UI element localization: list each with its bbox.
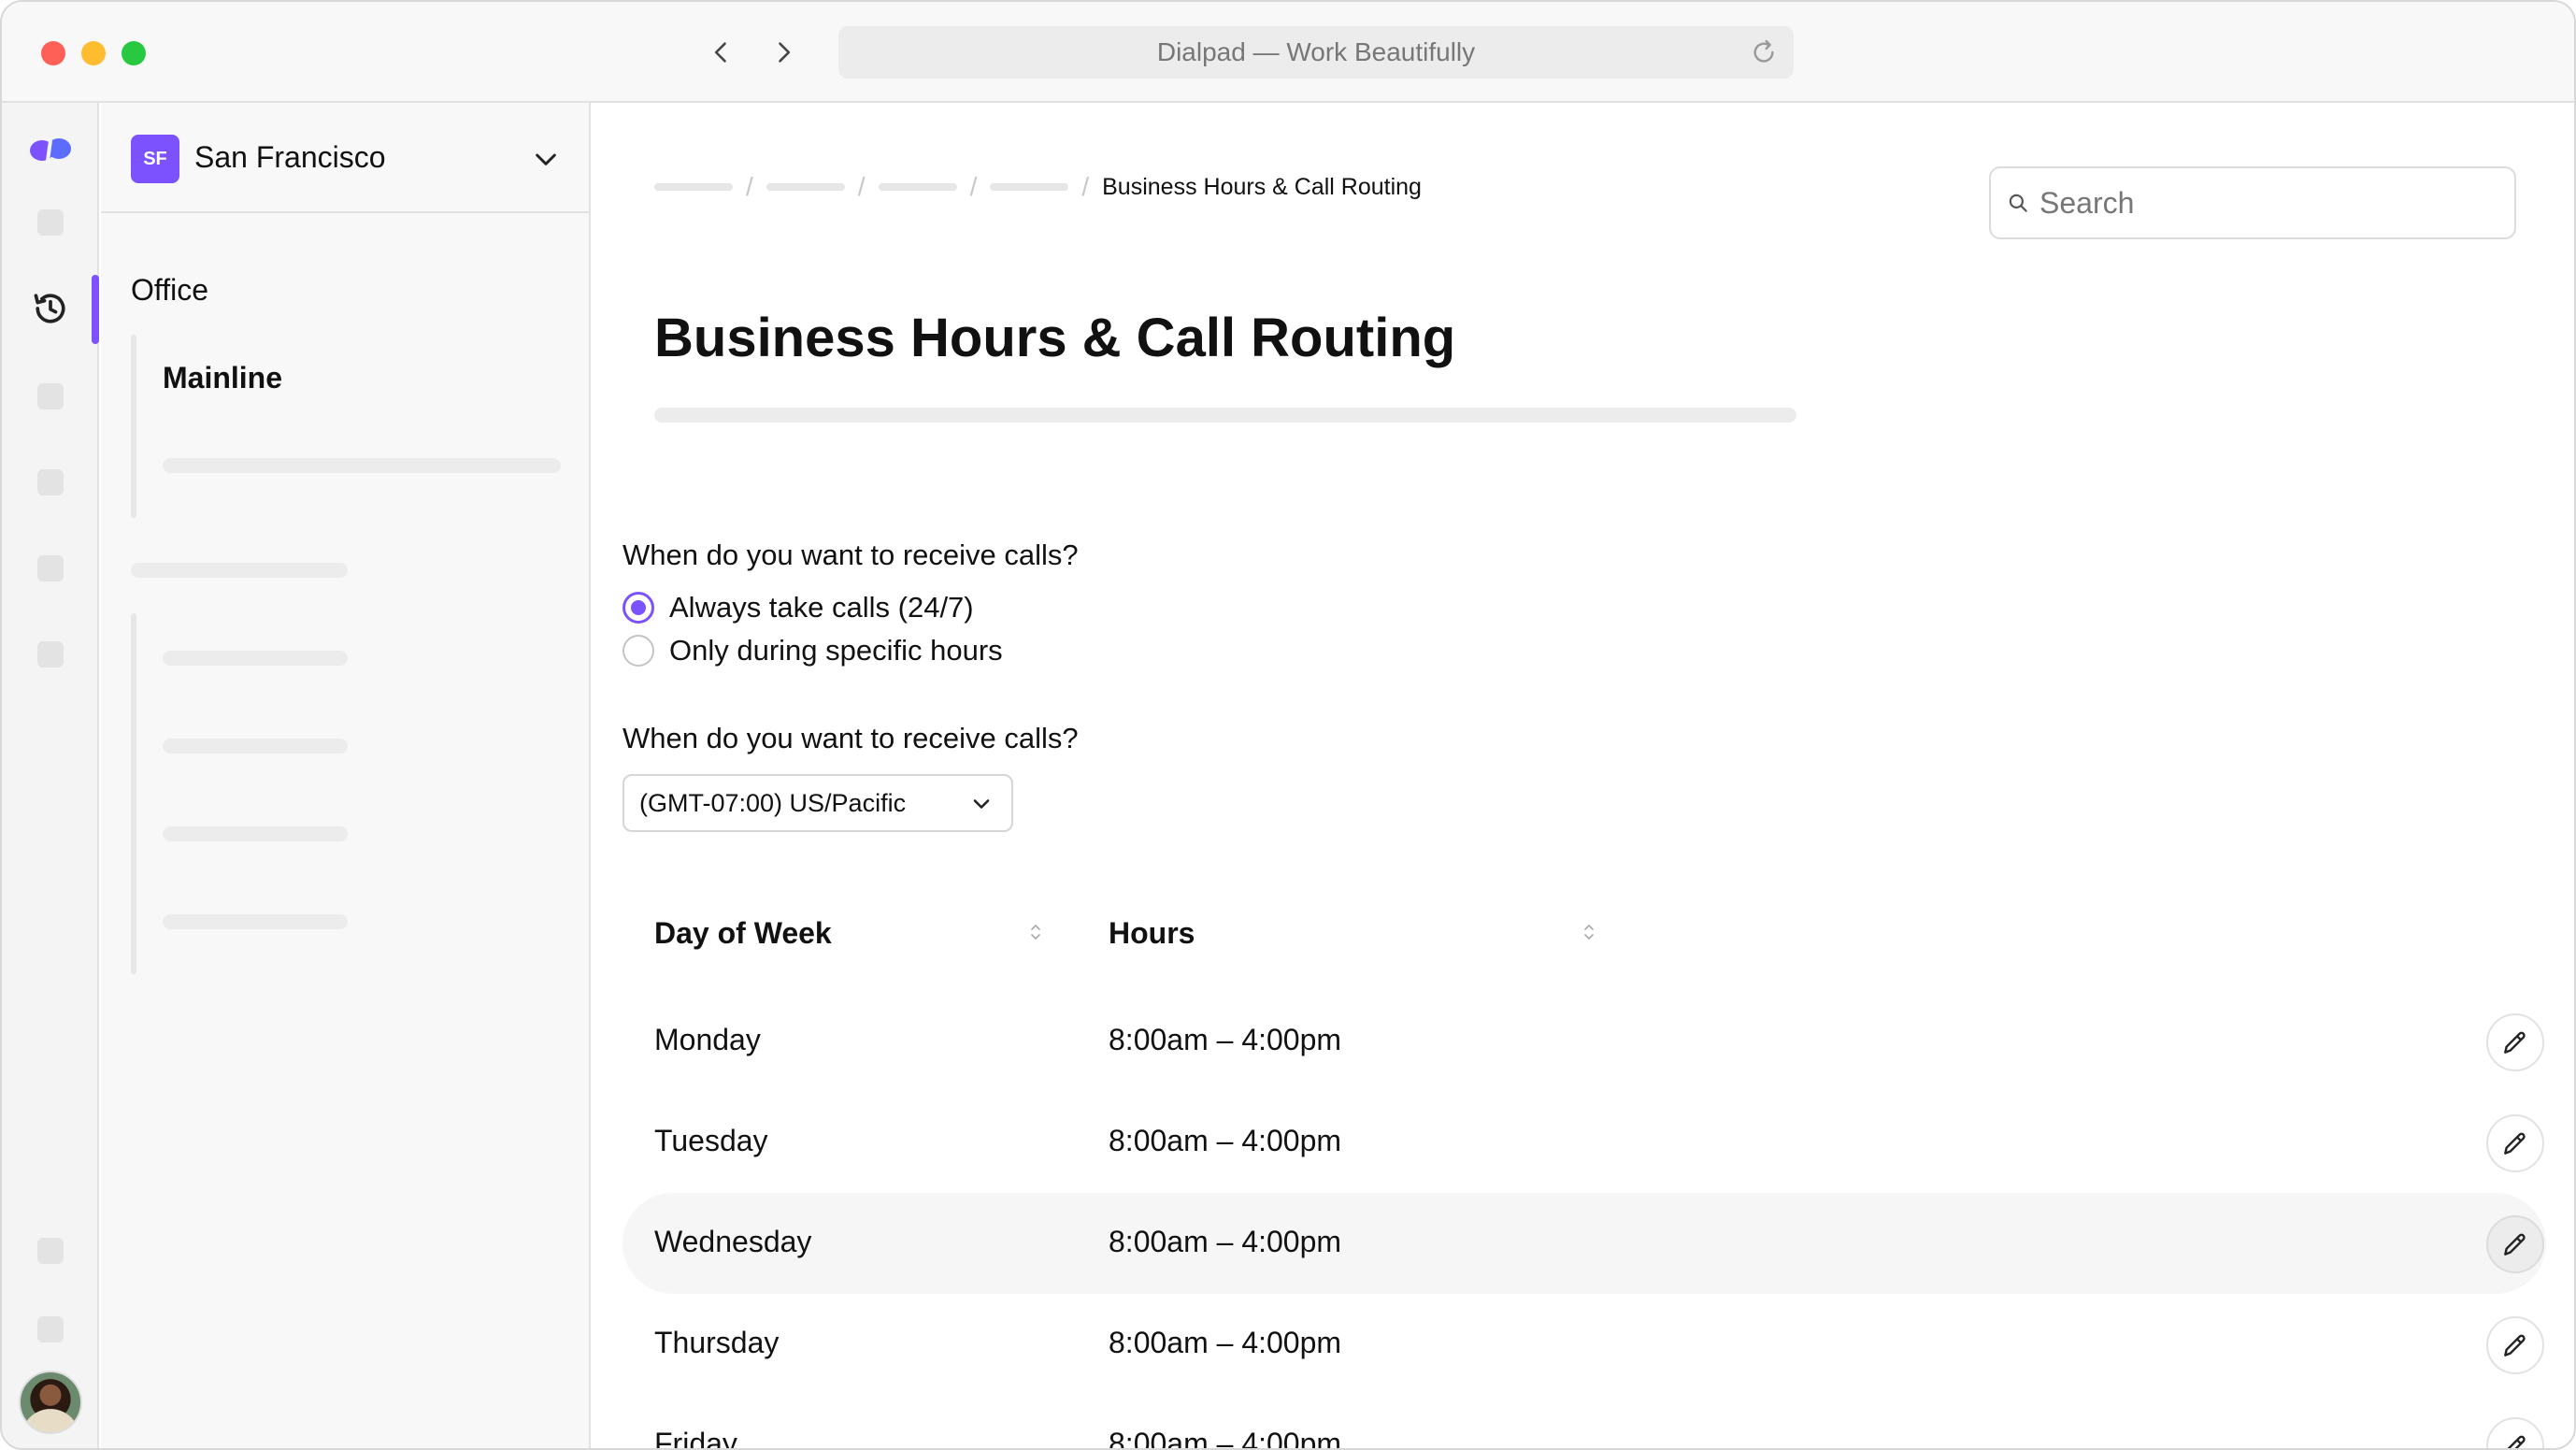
breadcrumb-separator: /: [746, 172, 753, 201]
breadcrumb-separator: /: [1081, 172, 1090, 201]
column-header-day[interactable]: Day of Week: [654, 916, 832, 951]
sidebar-item-placeholder[interactable]: [163, 458, 561, 473]
rail-item[interactable]: [37, 1316, 64, 1342]
table-row[interactable]: Tuesday 8:00am – 4:00pm: [623, 1092, 2546, 1193]
forward-button[interactable]: [765, 34, 802, 71]
tree-line: [131, 335, 136, 518]
edit-button[interactable]: [2486, 1417, 2544, 1448]
chevron-down-icon[interactable]: [531, 144, 561, 174]
timezone-select[interactable]: (GMT-07:00) US/Pacific: [623, 774, 1013, 832]
rail-item[interactable]: [37, 555, 64, 581]
option-specific-hours-label: Only during specific hours: [669, 634, 1003, 667]
browser-window: Dialpad — Work Beautifully SF San Franci…: [0, 0, 2576, 1450]
breadcrumb-item-placeholder[interactable]: [766, 183, 845, 191]
sidebar-item-placeholder[interactable]: [163, 914, 348, 929]
minimize-window-button[interactable]: [81, 41, 106, 65]
edit-button[interactable]: [2486, 1215, 2544, 1273]
main-content: / / / / Business Hours & Call Routing Bu…: [593, 103, 2574, 1450]
title-bar: Dialpad — Work Beautifully: [2, 2, 2574, 103]
table-row[interactable]: Wednesday 8:00am – 4:00pm: [623, 1193, 2546, 1294]
search-box[interactable]: [1989, 166, 2516, 239]
sort-icon[interactable]: [1580, 918, 1598, 946]
radio-always[interactable]: [623, 592, 654, 624]
table-row[interactable]: Monday 8:00am – 4:00pm: [623, 991, 2546, 1092]
chevron-right-icon: [779, 42, 791, 63]
pencil-icon: [2504, 1233, 2526, 1256]
column-header-hours[interactable]: Hours: [1109, 916, 1195, 951]
dialpad-logo-icon[interactable]: [28, 135, 73, 165]
rail-item[interactable]: [37, 383, 64, 409]
reload-icon[interactable]: [1749, 37, 1779, 67]
day-cell: Friday: [654, 1427, 737, 1450]
tree-line: [131, 613, 136, 974]
hours-cell: 8:00am – 4:00pm: [1109, 1225, 1342, 1258]
hours-cell: 8:00am – 4:00pm: [1109, 1023, 1342, 1056]
option-always[interactable]: Always take calls (24/7): [623, 591, 974, 625]
table-row[interactable]: Thursday 8:00am – 4:00pm: [623, 1294, 2546, 1395]
sidebar-item-placeholder[interactable]: [163, 651, 348, 666]
rail-item[interactable]: [37, 469, 64, 495]
table-row[interactable]: Friday 8:00am – 4:00pm: [623, 1395, 2546, 1450]
breadcrumb-separator: /: [857, 172, 866, 201]
sidebar: SF San Francisco Office Mainline: [92, 103, 591, 1448]
rail-item[interactable]: [37, 641, 64, 668]
page-title-text: Dialpad — Work Beautifully: [1156, 37, 1476, 66]
sort-icon[interactable]: [1026, 918, 1045, 946]
sidebar-item-placeholder[interactable]: [163, 826, 348, 841]
address-bar[interactable]: Dialpad — Work Beautifully: [838, 26, 1794, 79]
question-receive-calls: When do you want to receive calls?: [623, 538, 1079, 571]
rail-item[interactable]: [37, 209, 64, 236]
timezone-value: (GMT-07:00) US/Pacific: [639, 788, 907, 817]
description-placeholder: [654, 408, 1796, 423]
breadcrumb-item-placeholder[interactable]: [654, 183, 733, 191]
page-title: Business Hours & Call Routing: [654, 308, 1456, 368]
history-icon[interactable]: [30, 288, 71, 329]
hours-cell: 8:00am – 4:00pm: [1109, 1124, 1342, 1157]
option-specific-hours[interactable]: Only during specific hours: [623, 634, 1003, 668]
org-badge: SF: [131, 135, 179, 183]
breadcrumb-item-placeholder[interactable]: [990, 183, 1069, 191]
avatar[interactable]: [19, 1371, 82, 1434]
pencil-icon: [2504, 1031, 2526, 1054]
hours-cell: 8:00am – 4:00pm: [1109, 1326, 1342, 1359]
rail-item[interactable]: [37, 1238, 64, 1264]
radio-specific-hours[interactable]: [623, 635, 654, 667]
chevron-down-icon: [973, 799, 990, 809]
close-window-button[interactable]: [41, 41, 65, 65]
day-cell: Tuesday: [654, 1124, 768, 1157]
sidebar-section-office[interactable]: Office: [131, 273, 208, 308]
breadcrumb-current: Business Hours & Call Routing: [1102, 173, 1422, 200]
org-name: San Francisco: [194, 140, 386, 174]
pencil-icon: [2504, 1334, 2526, 1357]
question-timezone: When do you want to receive calls?: [623, 722, 1079, 754]
chevron-left-icon: [714, 42, 726, 63]
hours-cell: 8:00am – 4:00pm: [1109, 1427, 1342, 1450]
edit-button[interactable]: [2486, 1114, 2544, 1172]
sidebar-section-placeholder[interactable]: [131, 563, 348, 578]
breadcrumb: / / / / Business Hours & Call Routing: [654, 172, 1422, 202]
pencil-icon: [2504, 1132, 2526, 1155]
day-cell: Monday: [654, 1023, 761, 1056]
pencil-icon: [2507, 1435, 2526, 1448]
sidebar-item-mainline[interactable]: Mainline: [163, 361, 282, 395]
edit-button[interactable]: [2486, 1316, 2544, 1374]
search-icon: [2009, 194, 2027, 212]
org-switcher[interactable]: SF San Francisco: [101, 103, 589, 213]
app-rail: [2, 103, 99, 1448]
maximize-window-button[interactable]: [122, 41, 146, 65]
sidebar-item-placeholder[interactable]: [163, 739, 348, 754]
breadcrumb-item-placeholder[interactable]: [878, 183, 957, 191]
back-button[interactable]: [703, 34, 740, 71]
option-always-label: Always take calls (24/7): [669, 591, 974, 624]
day-cell: Wednesday: [654, 1225, 812, 1258]
breadcrumb-separator: /: [969, 172, 978, 201]
edit-button[interactable]: [2486, 1013, 2544, 1071]
day-cell: Thursday: [654, 1326, 780, 1359]
active-indicator: [92, 275, 99, 344]
search-input[interactable]: [2039, 185, 2488, 221]
